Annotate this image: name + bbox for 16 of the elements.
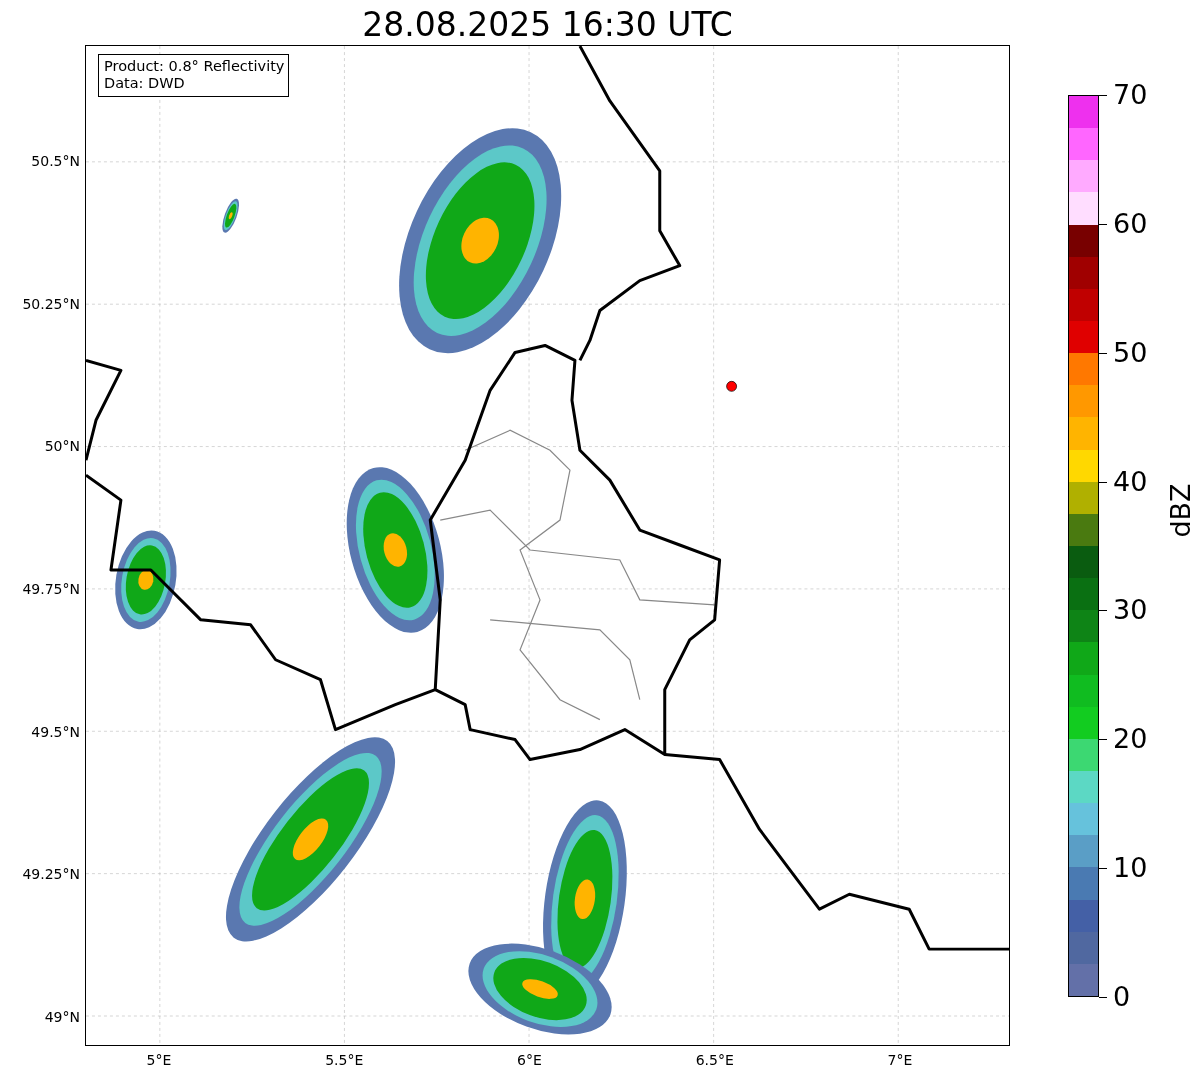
axis-tick-label: 7°E bbox=[886, 1052, 914, 1068]
chart-title: 28.08.2025 16:30 UTC bbox=[361, 4, 734, 45]
axis-tick-label: 5.5°E bbox=[324, 1052, 365, 1068]
axis-tick-label: 50.5°N bbox=[31, 152, 80, 170]
axis-tick-label: 50.25°N bbox=[22, 294, 80, 313]
colorbar-label: dBZ bbox=[1164, 482, 1196, 540]
axis-tick-label: 6.5°E bbox=[694, 1052, 735, 1068]
legend-text: Product: 0.8° Reflectivity bbox=[104, 58, 285, 75]
axis-tick-label: 5°E bbox=[145, 1052, 173, 1068]
axis-tick-label: 49.5°N bbox=[31, 722, 80, 741]
legend-text: Data: DWD bbox=[104, 75, 186, 92]
axis-tick-label: 49.25°N bbox=[22, 865, 80, 884]
axis-tick-label: 6°E bbox=[516, 1052, 543, 1068]
axis-tick-label: 49.75°N bbox=[22, 579, 80, 598]
axis-tick-label: 49°N bbox=[44, 1007, 80, 1026]
axis-tick-label: 50°N bbox=[44, 437, 80, 456]
